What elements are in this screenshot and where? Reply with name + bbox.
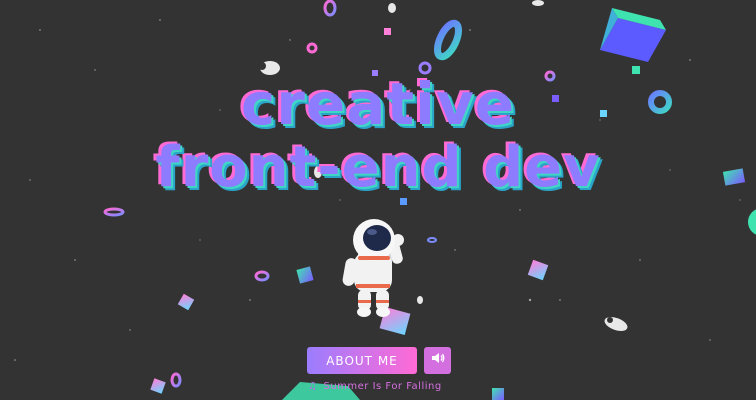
cube-large bbox=[600, 8, 666, 62]
about-me-button[interactable]: ABOUT ME bbox=[307, 347, 417, 374]
hero-title-line-1: creative bbox=[240, 70, 516, 138]
action-row: ABOUT ME bbox=[307, 347, 451, 374]
planet-sphere bbox=[748, 209, 756, 235]
music-note-icon: ♫ bbox=[308, 381, 318, 392]
now-playing-title: Summer Is For Falling bbox=[323, 381, 442, 392]
space-scene bbox=[14, 0, 756, 400]
astronaut-figure bbox=[342, 219, 404, 317]
speaker-icon bbox=[431, 352, 445, 368]
sound-toggle-button[interactable] bbox=[424, 347, 451, 374]
now-playing: ♫ Summer Is For Falling bbox=[308, 380, 468, 394]
hero-title-line-2: front-end dev bbox=[155, 135, 601, 200]
